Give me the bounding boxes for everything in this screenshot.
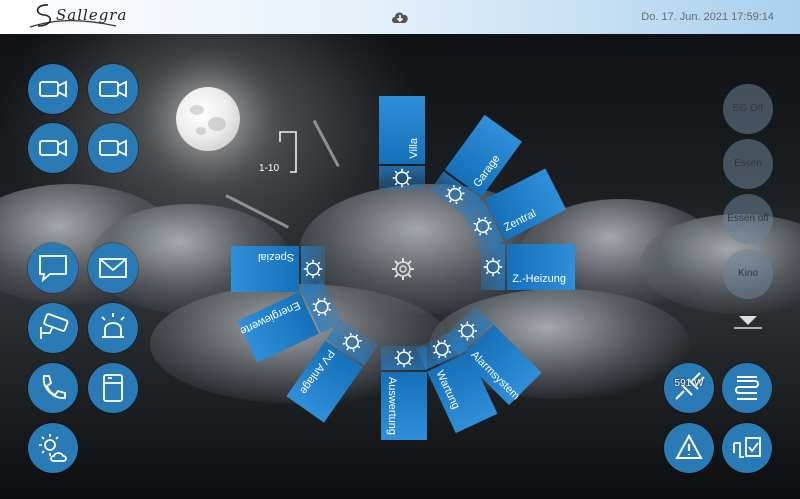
fridge-icon: [103, 374, 123, 402]
camera-1-button[interactable]: [28, 64, 78, 114]
video-camera-icon: [99, 139, 127, 157]
phone-icon: [42, 375, 66, 399]
warning-button[interactable]: [664, 423, 714, 473]
menu-tile-label: Auswertung: [386, 377, 398, 436]
menu-tile-label: Garage: [471, 153, 503, 190]
power-value: 591 W: [674, 378, 704, 389]
menu-tile-label: Spezial: [257, 251, 294, 263]
messages-button[interactable]: [28, 243, 78, 293]
settings-gear-icon[interactable]: [390, 256, 416, 282]
camera-3-button[interactable]: [28, 123, 78, 173]
menu-tile[interactable]: Villa: [379, 96, 425, 164]
menu-tile[interactable]: Spezial: [231, 246, 299, 292]
video-camera-icon: [99, 80, 127, 98]
chat-bubble-icon: [39, 255, 67, 283]
camera-2-button[interactable]: [88, 64, 138, 114]
security-camera-icon: [40, 313, 69, 339]
main-scene: 1-10 Villa Garage Zentral Z.-Heizung Alarmsy…: [0, 34, 800, 499]
tile-reflection: [481, 244, 505, 290]
settings-gear-icon[interactable]: [482, 256, 504, 278]
menu-tile[interactable]: Auswertung: [381, 372, 427, 440]
door-label: 1-10: [259, 163, 280, 174]
moon: [176, 87, 240, 151]
mail-button[interactable]: [88, 243, 138, 293]
date-time-display: Do. 17. Jun. 2021 17:59:14: [641, 11, 774, 23]
alarm-light-button[interactable]: [88, 303, 138, 353]
video-camera-icon: [39, 139, 67, 157]
settings-gear-icon[interactable]: [391, 167, 413, 189]
tile-reflection: [381, 346, 427, 370]
settings-gear-icon[interactable]: [302, 258, 324, 280]
cloud-download-icon[interactable]: [390, 8, 410, 26]
door-icon[interactable]: [276, 128, 300, 174]
scroll-down-arrow-icon[interactable]: [730, 314, 766, 330]
logo-text: Sallegra: [56, 6, 128, 24]
mail-icon: [99, 258, 127, 278]
menu-tile-label: Villa: [408, 138, 420, 159]
top-bar: Sallegra Do. 17. Jun. 2021 17:59:14: [0, 0, 800, 34]
checklist-icon: [733, 437, 761, 458]
lines-menu-icon: [735, 376, 759, 400]
appliance-button[interactable]: [88, 363, 138, 413]
menu-tile[interactable]: Z.-Heizung: [507, 244, 575, 290]
scene-essen-off-button[interactable]: Essen off: [723, 194, 773, 244]
scene-essen-button[interactable]: Essen: [723, 139, 773, 189]
menu-tile-label: Z.-Heizung: [512, 273, 566, 285]
divider-line: [312, 119, 340, 168]
scene-kino-button[interactable]: Kino: [723, 249, 773, 299]
alarm-light-icon: [101, 313, 125, 338]
camera-4-button[interactable]: [88, 123, 138, 173]
video-camera-icon: [39, 80, 67, 98]
menu-lines-button[interactable]: [722, 363, 772, 413]
weather-icon: [39, 434, 67, 462]
menu-tile-label: Wartung: [433, 368, 462, 412]
tile-reflection: [301, 246, 325, 292]
warning-icon: [675, 433, 703, 459]
scene-eg-off-button[interactable]: EG Off: [723, 84, 773, 134]
checklist-button[interactable]: [722, 423, 772, 473]
phone-button[interactable]: [28, 363, 78, 413]
settings-gear-icon[interactable]: [393, 347, 415, 369]
weather-button[interactable]: [28, 423, 78, 473]
security-camera-button[interactable]: [28, 303, 78, 353]
power-meter-button[interactable]: 591 W: [664, 363, 714, 413]
tile-reflection: [379, 166, 425, 190]
